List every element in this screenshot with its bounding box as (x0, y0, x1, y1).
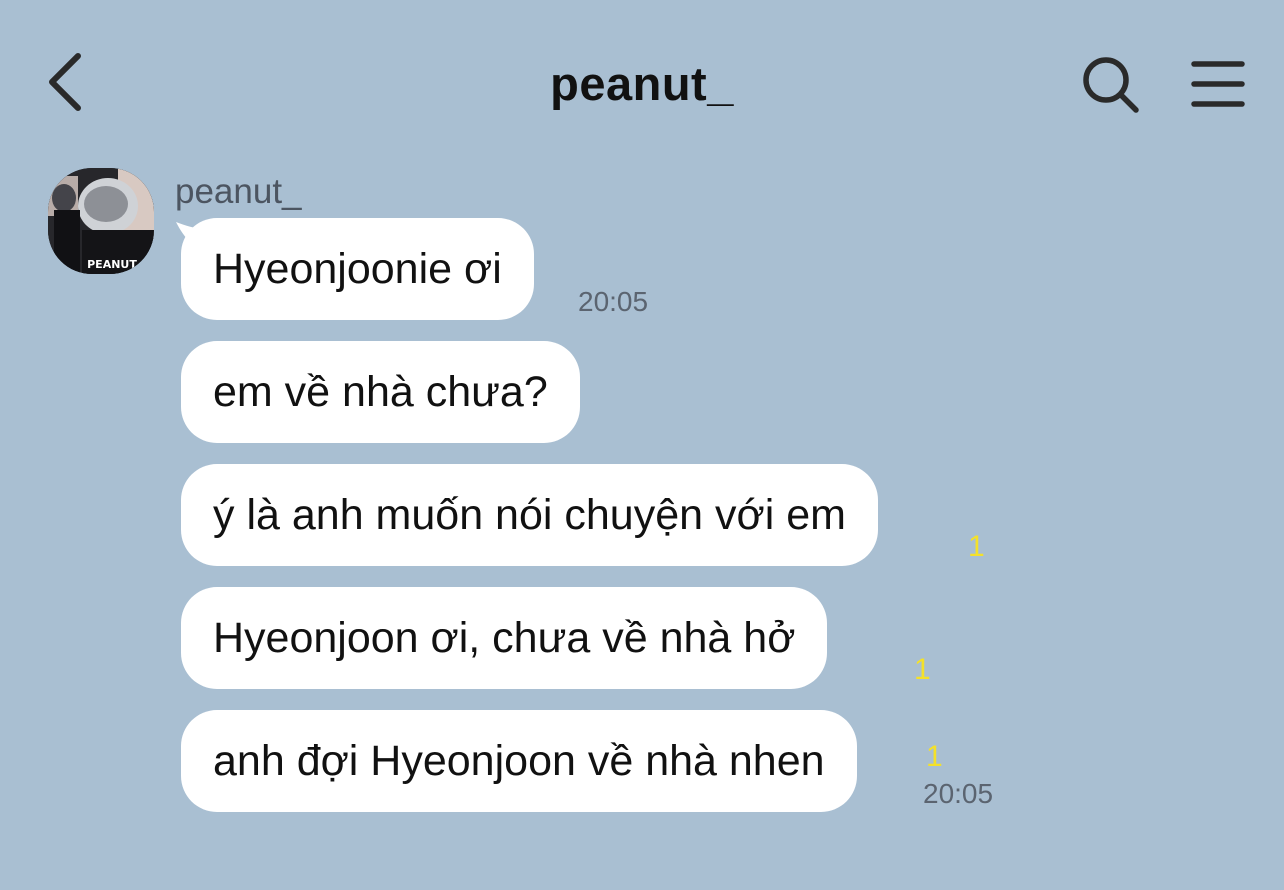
unread-count-badge: 1 (914, 653, 931, 686)
sender-avatar[interactable]: PEANUT (48, 168, 154, 274)
message-text: Hyeonjoonie ơi (213, 245, 502, 293)
message-timestamp: 20:05 (578, 286, 649, 317)
message-bubble[interactable]: ý là anh muốn nói chuyện với em (181, 464, 878, 566)
message-bubble[interactable]: anh đợi Hyeonjoon về nhà nhen (181, 710, 857, 812)
search-button[interactable] (1080, 54, 1142, 116)
message-bubble[interactable]: Hyeonjoonie ơi (181, 218, 534, 320)
message-bubble[interactable]: em về nhà chưa? (181, 341, 580, 443)
message-bubble[interactable]: Hyeonjoon ơi, chưa về nhà hở (181, 587, 828, 689)
avatar-shirt-text: PEANUT (87, 258, 137, 271)
message-text: em về nhà chưa? (213, 368, 548, 416)
message-text: Hyeonjoon ơi, chưa về nhà hở (213, 614, 796, 662)
unread-count-badge: 1 (968, 530, 985, 563)
search-icon (1083, 57, 1139, 113)
hamburger-menu-icon (1191, 61, 1245, 107)
sender-name: peanut_ (175, 172, 302, 211)
chat-header: peanut_ (0, 0, 1284, 170)
message-text: ý là anh muốn nói chuyện với em (213, 491, 846, 539)
unread-count-badge: 1 (926, 740, 943, 773)
message-text: anh đợi Hyeonjoon về nhà nhen (213, 737, 825, 785)
message-timestamp: 20:05 (923, 778, 994, 809)
menu-button[interactable] (1190, 58, 1246, 110)
